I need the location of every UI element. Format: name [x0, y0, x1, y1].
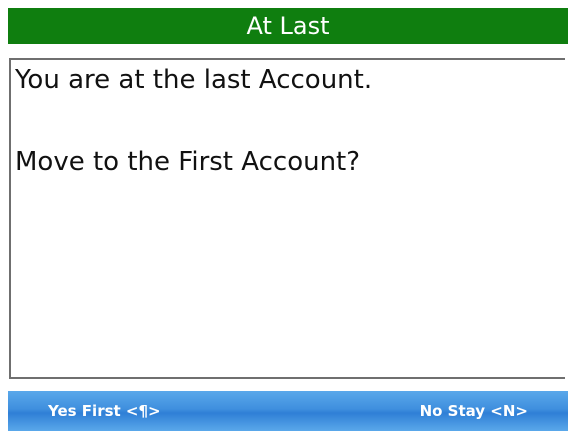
- message-line-2: Move to the First Account?: [15, 147, 361, 177]
- message-box: You are at the last Account. Move to the…: [9, 58, 565, 379]
- softkey-bar: Yes First <¶> No Stay <N>: [8, 391, 568, 431]
- no-stay-softkey[interactable]: No Stay <N>: [420, 391, 528, 431]
- dialog-title: At Last: [8, 8, 568, 44]
- message-line-1: You are at the last Account.: [15, 65, 373, 95]
- screen: At Last You are at the last Account. Mov…: [0, 0, 568, 431]
- yes-first-softkey[interactable]: Yes First <¶>: [48, 391, 161, 431]
